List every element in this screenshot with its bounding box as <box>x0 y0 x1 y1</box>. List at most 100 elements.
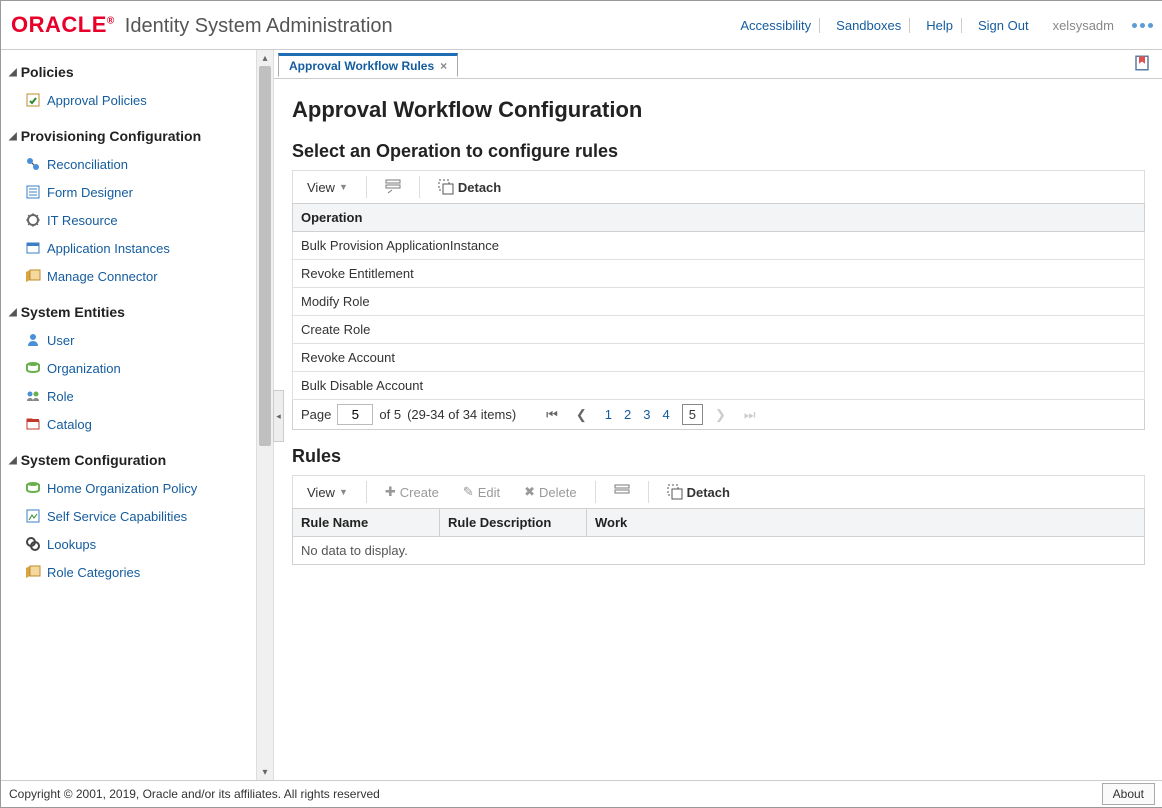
item-icon <box>25 360 41 376</box>
sidebar-item[interactable]: Organization <box>7 354 267 382</box>
page-input[interactable] <box>337 404 373 425</box>
close-icon[interactable]: × <box>440 59 447 73</box>
sidebar-item[interactable]: Form Designer <box>7 178 267 206</box>
main-panel: ◂ Approval Workflow Rules × Approval Wor… <box>274 50 1162 780</box>
rules-detach-button[interactable]: Detach <box>657 480 740 504</box>
sidebar-item-label: Organization <box>47 361 121 376</box>
cell-operation: Modify Role <box>293 288 1145 316</box>
rules-view-menu-button[interactable]: View▼ <box>297 481 358 504</box>
sidebar-item[interactable]: Application Instances <box>7 234 267 262</box>
table-row[interactable]: Create Role <box>293 316 1145 344</box>
tab-approval-workflow-rules[interactable]: Approval Workflow Rules × <box>278 53 458 77</box>
table-row[interactable]: Modify Role <box>293 288 1145 316</box>
edit-button[interactable]: ✎ Edit <box>453 480 510 504</box>
item-icon <box>25 92 41 108</box>
sidebar-item-label: IT Resource <box>47 213 118 228</box>
sidebar-item-label: Manage Connector <box>47 269 158 284</box>
sidebar-item-label: Self Service Capabilities <box>47 509 187 524</box>
sidebar-item[interactable]: User <box>7 326 267 354</box>
sidebar-item-label: Catalog <box>47 417 92 432</box>
create-button[interactable]: ✚ Create <box>375 480 449 504</box>
section-select-operation: Select an Operation to configure rules <box>292 141 1145 162</box>
pager-last-icon: ⏭ <box>738 405 762 425</box>
sidebar-item[interactable]: Role <box>7 382 267 410</box>
link-help[interactable]: Help <box>918 18 962 33</box>
sidebar-section-3[interactable]: ◢System Configuration <box>9 452 267 468</box>
collapse-sidebar-handle[interactable]: ◂ <box>273 390 284 442</box>
pager-page-link[interactable]: 3 <box>637 405 656 424</box>
tab-label: Approval Workflow Rules <box>289 59 434 73</box>
link-signout[interactable]: Sign Out <box>970 18 1037 33</box>
sidebar: ◢Policies Approval Policies ◢Provisioning … <box>1 50 274 780</box>
operations-pager: Page of 5 (29-34 of 34 items) ⏮ ❮ 1234 5… <box>292 400 1145 430</box>
operations-table: Operation Bulk Provision ApplicationInst… <box>292 203 1145 400</box>
item-icon <box>25 156 41 172</box>
sidebar-item-label: Reconciliation <box>47 157 128 172</box>
sidebar-item[interactable]: Manage Connector <box>7 262 267 290</box>
table-row[interactable]: Bulk Disable Account <box>293 372 1145 400</box>
pager-page-link[interactable]: 1 <box>599 405 618 424</box>
bookmark-icon[interactable] <box>1133 60 1151 75</box>
cell-operation: Revoke Account <box>293 344 1145 372</box>
col-workflow: Work <box>587 509 1145 537</box>
sidebar-item[interactable]: IT Resource <box>7 206 267 234</box>
sidebar-scrollbar[interactable]: ▴ ▾ <box>256 50 273 780</box>
pager-of: of 5 <box>379 407 401 422</box>
cell-operation: Bulk Provision ApplicationInstance <box>293 232 1145 260</box>
table-row[interactable]: Bulk Provision ApplicationInstance <box>293 232 1145 260</box>
scroll-up-icon[interactable]: ▴ <box>257 50 273 66</box>
sidebar-item[interactable]: Role Categories <box>7 558 267 586</box>
sidebar-item-label: User <box>47 333 74 348</box>
pager-range: (29-34 of 34 items) <box>407 407 516 422</box>
cell-operation: Create Role <box>293 316 1145 344</box>
sidebar-item[interactable]: Lookups <box>7 530 267 558</box>
item-icon <box>25 416 41 432</box>
view-menu-button[interactable]: View▼ <box>297 176 358 199</box>
sidebar-item-label: Approval Policies <box>47 93 147 108</box>
sidebar-item[interactable]: Self Service Capabilities <box>7 502 267 530</box>
item-icon <box>25 564 41 580</box>
link-sandboxes[interactable]: Sandboxes <box>828 18 910 33</box>
item-icon <box>25 332 41 348</box>
sidebar-item[interactable]: Home Organization Policy <box>7 474 267 502</box>
sidebar-section-1[interactable]: ◢Provisioning Configuration <box>9 128 267 144</box>
scroll-thumb[interactable] <box>259 66 271 446</box>
page-label: Page <box>301 407 331 422</box>
pencil-icon: ✎ <box>463 484 474 500</box>
delete-button[interactable]: ✖ Delete <box>514 480 586 504</box>
page-title: Approval Workflow Configuration <box>292 97 1145 123</box>
sidebar-section-0[interactable]: ◢Policies <box>9 64 267 80</box>
rules-qbe-icon[interactable] <box>604 480 640 504</box>
sidebar-item[interactable]: Reconciliation <box>7 150 267 178</box>
item-icon <box>25 240 41 256</box>
item-icon <box>25 212 41 228</box>
query-by-example-icon[interactable] <box>375 175 411 199</box>
sidebar-item-label: Role <box>47 389 74 404</box>
sidebar-item[interactable]: Approval Policies <box>7 86 267 114</box>
scroll-down-icon[interactable]: ▾ <box>257 764 273 780</box>
item-icon <box>25 508 41 524</box>
pager-next-icon: ❯ <box>709 405 732 425</box>
sidebar-item-label: Role Categories <box>47 565 140 580</box>
pager-page-link[interactable]: 2 <box>618 405 637 424</box>
table-row[interactable]: Revoke Entitlement <box>293 260 1145 288</box>
rules-toolbar: View▼ ✚ Create ✎ Edit ✖ Delete <box>292 475 1145 508</box>
about-button[interactable]: About <box>1102 783 1155 805</box>
link-accessibility[interactable]: Accessibility <box>732 18 820 33</box>
pager-first-icon[interactable]: ⏮ <box>540 405 564 425</box>
pager-page-link[interactable]: 4 <box>656 405 675 424</box>
overflow-dots-icon[interactable] <box>1132 23 1153 28</box>
col-rule-description: Rule Description <box>440 509 587 537</box>
pager-current-page: 5 <box>682 404 703 425</box>
collapse-icon: ◢ <box>9 307 17 318</box>
rules-no-data: No data to display. <box>292 537 1145 565</box>
detach-button[interactable]: Detach <box>428 175 511 199</box>
collapse-icon: ◢ <box>9 67 17 78</box>
sidebar-item[interactable]: Catalog <box>7 410 267 438</box>
pager-prev-icon[interactable]: ❮ <box>570 405 593 425</box>
sidebar-item-label: Form Designer <box>47 185 133 200</box>
item-icon <box>25 184 41 200</box>
table-row[interactable]: Revoke Account <box>293 344 1145 372</box>
sidebar-item-label: Lookups <box>47 537 96 552</box>
sidebar-section-2[interactable]: ◢System Entities <box>9 304 267 320</box>
